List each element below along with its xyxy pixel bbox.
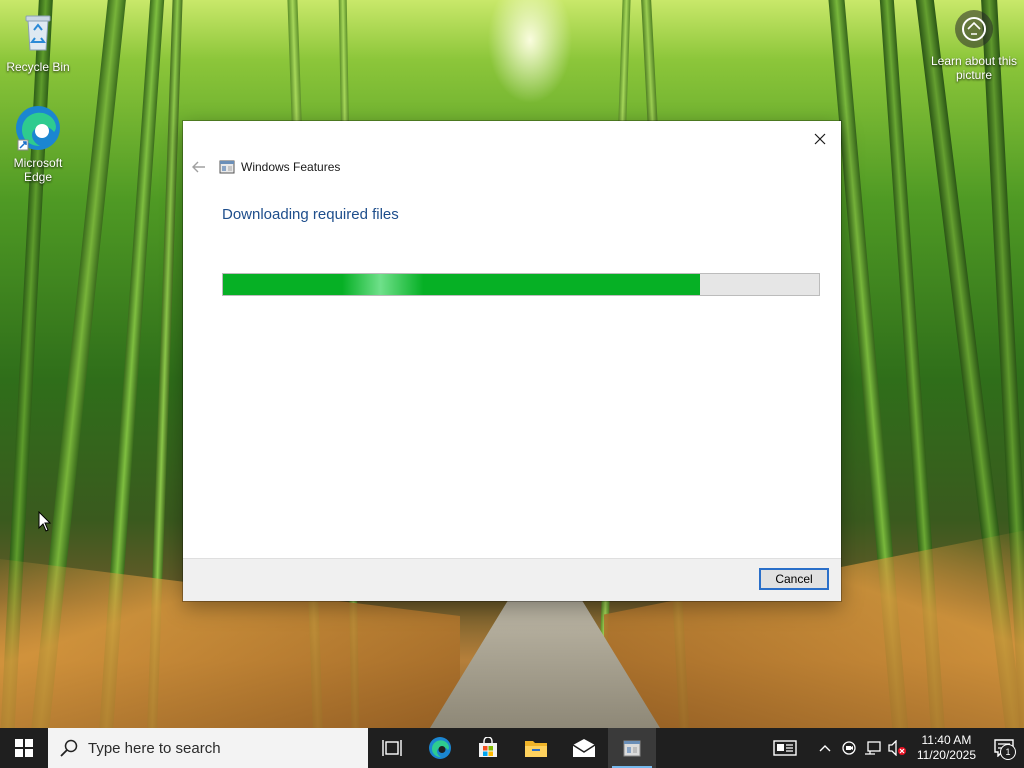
arrow-left-icon <box>192 161 205 173</box>
edge-icon <box>14 104 62 152</box>
back-button[interactable] <box>191 159 207 175</box>
progress-bar <box>222 273 820 296</box>
cancel-button[interactable]: Cancel <box>759 568 829 590</box>
dialog-footer: Cancel <box>183 558 841 601</box>
notification-badge: 1 <box>1000 744 1016 760</box>
task-view-button[interactable] <box>368 728 416 768</box>
dialog-header: Windows Features <box>191 157 340 177</box>
windows-features-dialog: Windows Features Downloading required fi… <box>183 121 841 601</box>
desktop: Recycle Bin Microsoft Edge Learn about t… <box>0 0 1024 768</box>
clock[interactable]: 11:40 AM 11/20/2025 <box>909 733 984 763</box>
status-heading: Downloading required files <box>222 206 399 223</box>
file-explorer-icon <box>525 741 547 757</box>
search-box[interactable]: Type here to search <box>48 728 368 768</box>
taskbar-windows-features-button[interactable] <box>608 728 656 768</box>
volume-muted-icon <box>888 740 906 756</box>
volume-button[interactable] <box>885 728 909 768</box>
store-icon <box>479 737 497 757</box>
network-icon <box>864 741 881 755</box>
close-button[interactable] <box>805 125 835 153</box>
learn-about-picture[interactable]: Learn about this picture <box>930 10 1018 82</box>
clock-date: 11/20/2025 <box>916 748 976 762</box>
windows-features-icon <box>219 159 235 175</box>
learn-about-picture-label: Learn about this picture <box>930 54 1018 82</box>
windows-features-icon <box>623 740 641 757</box>
desktop-icon-label: Microsoft Edge <box>13 156 63 184</box>
network-button[interactable] <box>861 728 885 768</box>
taskbar: Type here to search 11:40 AM 11/20/2025 … <box>0 728 1024 768</box>
news-widget-button[interactable] <box>765 728 805 768</box>
search-icon <box>60 739 78 757</box>
desktop-icon-microsoft-edge[interactable]: Microsoft Edge <box>0 104 76 184</box>
action-center-button[interactable]: 1 <box>984 728 1024 768</box>
clock-time: 11:40 AM <box>921 733 972 747</box>
system-tray: 11:40 AM 11/20/2025 1 <box>765 728 1024 768</box>
search-placeholder: Type here to search <box>88 739 221 757</box>
task-view-icon <box>382 740 402 756</box>
taskbar-store-button[interactable] <box>464 728 512 768</box>
meet-now-button[interactable] <box>837 728 861 768</box>
desktop-icon-recycle-bin[interactable]: Recycle Bin <box>0 8 76 74</box>
windows-logo-icon <box>15 739 33 757</box>
show-hidden-icons-button[interactable] <box>813 728 837 768</box>
start-button[interactable] <box>0 728 48 768</box>
recycle-bin-icon <box>14 8 62 56</box>
camera-icon <box>955 10 993 48</box>
mail-icon <box>572 739 596 757</box>
news-icon <box>773 740 797 756</box>
taskbar-edge-button[interactable] <box>416 728 464 768</box>
taskbar-mail-button[interactable] <box>560 728 608 768</box>
progress-fill <box>223 274 700 295</box>
close-icon <box>814 133 826 145</box>
chevron-up-icon <box>819 745 831 752</box>
mouse-cursor-icon <box>38 511 52 532</box>
taskbar-file-explorer-button[interactable] <box>512 728 560 768</box>
desktop-icon-label: Recycle Bin <box>6 60 70 74</box>
edge-icon <box>429 737 451 759</box>
dialog-title: Windows Features <box>241 160 341 174</box>
camera-icon <box>842 741 856 755</box>
